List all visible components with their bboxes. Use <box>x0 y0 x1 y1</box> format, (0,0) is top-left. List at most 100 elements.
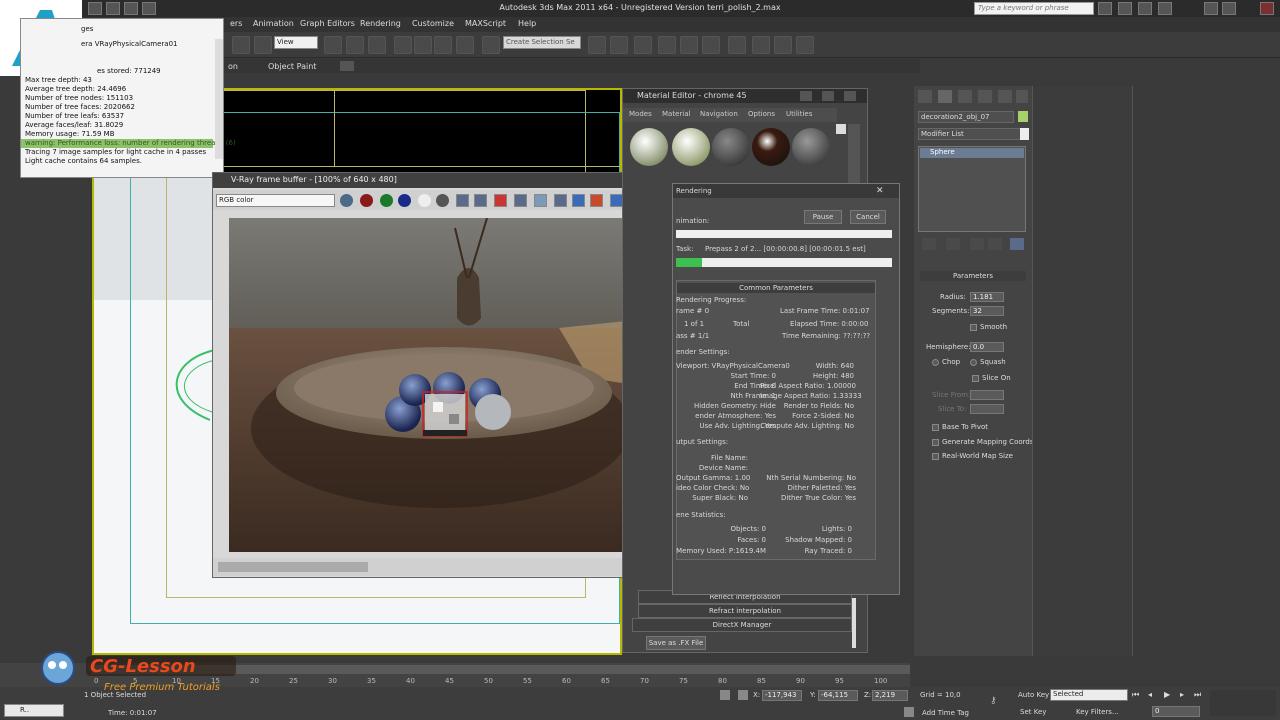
key-filters-button[interactable]: Key Filters... <box>1076 708 1119 716</box>
me-minimize-icon[interactable] <box>800 91 812 101</box>
redo-icon[interactable] <box>142 2 156 15</box>
rotate-tool-icon[interactable] <box>232 36 250 54</box>
cancel-button[interactable]: Cancel <box>850 210 886 224</box>
region-icon[interactable] <box>554 194 567 207</box>
material-editor-icon[interactable] <box>728 36 746 54</box>
rp-close-icon[interactable]: ✕ <box>876 186 888 196</box>
material-slot[interactable] <box>672 128 710 166</box>
absolute-mode-icon[interactable] <box>738 690 748 700</box>
taskbar-item[interactable]: R.. <box>20 706 29 714</box>
save-icon[interactable] <box>456 194 469 207</box>
add-time-tag[interactable]: Add Time Tag <box>922 709 969 717</box>
alpha-channel-icon[interactable] <box>418 194 431 207</box>
close-icon[interactable] <box>1260 2 1274 15</box>
render-setup-icon[interactable] <box>752 36 770 54</box>
object-name-field[interactable]: decoration2_obj_07 <box>918 111 1014 123</box>
menu-rendering[interactable]: Rendering <box>360 19 401 28</box>
me-menu-navigation[interactable]: Navigation <box>700 110 738 118</box>
current-frame-field[interactable]: 0 <box>1152 706 1200 717</box>
modify-tab-icon[interactable] <box>938 90 952 103</box>
selection-set-dropdown[interactable]: Create Selection Se <box>503 36 581 49</box>
lock-icon[interactable] <box>720 690 730 700</box>
history-icon[interactable] <box>572 194 585 207</box>
graphite-icon[interactable] <box>658 36 676 54</box>
remove-modifier-icon[interactable] <box>988 238 1002 250</box>
base-to-pivot-checkbox[interactable] <box>932 424 939 431</box>
material-slot[interactable] <box>712 128 750 166</box>
next-frame-icon[interactable]: ▸ <box>1180 690 1184 699</box>
reference-coord-dropdown[interactable]: View <box>274 36 318 49</box>
blue-channel-icon[interactable] <box>398 194 411 207</box>
time-tag-icon[interactable] <box>904 707 914 717</box>
track-mouse-icon[interactable] <box>534 194 547 207</box>
open-icon[interactable] <box>106 2 120 15</box>
star-icon[interactable] <box>1138 2 1152 15</box>
clear-icon[interactable] <box>494 194 507 207</box>
utilities-tab-icon[interactable] <box>1016 90 1028 103</box>
parameters-header[interactable]: Parameters <box>920 271 1026 281</box>
rollout-directx-manager[interactable]: DirectX Manager <box>632 618 852 632</box>
make-unique-icon[interactable] <box>970 238 984 250</box>
me-menu-material[interactable]: Material <box>662 110 690 118</box>
me-close-icon[interactable] <box>844 91 856 101</box>
ribbon-tab[interactable]: on <box>228 62 238 71</box>
me-menu-utilities[interactable]: Utilities <box>786 110 812 118</box>
real-world-checkbox[interactable] <box>932 453 939 460</box>
load-icon[interactable] <box>474 194 487 207</box>
radius-input[interactable]: 1.181 <box>970 292 1004 302</box>
go-to-end-icon[interactable]: ⏭ <box>1194 690 1201 700</box>
menu-graph-editors[interactable]: Graph Editors <box>300 19 355 28</box>
undo-icon[interactable] <box>124 2 138 15</box>
green-channel-icon[interactable] <box>380 194 393 207</box>
pause-button[interactable]: Pause <box>804 210 842 224</box>
align-icon[interactable] <box>610 36 628 54</box>
configure-sets-icon[interactable] <box>1010 238 1024 250</box>
me-menu-options[interactable]: Options <box>748 110 775 118</box>
ribbon-tab-object-paint[interactable]: Object Paint <box>268 62 316 71</box>
duplicate-icon[interactable] <box>514 194 527 207</box>
material-slot[interactable] <box>792 128 830 166</box>
tools-icon[interactable] <box>1118 2 1132 15</box>
display-tab-icon[interactable] <box>998 90 1012 103</box>
schematic-icon[interactable] <box>702 36 720 54</box>
new-icon[interactable] <box>88 2 102 15</box>
key-mode-dropdown[interactable]: Selected <box>1050 689 1128 701</box>
search-input[interactable]: Type a keyword or phrase <box>974 2 1094 15</box>
rollout-refract-interpolation[interactable]: Refract interpolation <box>638 604 852 618</box>
modifier-dropdown-arrow-icon[interactable] <box>1020 128 1029 140</box>
red-channel-icon[interactable] <box>360 194 373 207</box>
color-correct-icon[interactable] <box>590 194 603 207</box>
gen-mapping-checkbox[interactable] <box>932 439 939 446</box>
create-tab-icon[interactable] <box>918 90 932 103</box>
menu-help[interactable]: Help <box>518 19 536 28</box>
save-fx-button[interactable]: Save as .FX File <box>646 636 706 650</box>
play-icon[interactable]: ▶ <box>1164 690 1170 699</box>
menu-customize[interactable]: Customize <box>412 19 454 28</box>
object-color-swatch[interactable] <box>1018 111 1028 122</box>
percent-snap-icon[interactable] <box>434 36 452 54</box>
set-key-button[interactable]: Set Key <box>1020 708 1046 716</box>
segments-input[interactable]: 32 <box>970 306 1004 316</box>
me-maximize-icon[interactable] <box>822 91 834 101</box>
mirror-icon[interactable] <box>588 36 606 54</box>
me-menu-modes[interactable]: Modes <box>629 110 652 118</box>
mono-icon[interactable] <box>436 194 449 207</box>
edit-named-sel-icon[interactable] <box>482 36 500 54</box>
minimize-icon[interactable] <box>1204 2 1218 15</box>
channel-dropdown[interactable]: RGB color <box>216 194 335 207</box>
channel-all-icon[interactable] <box>340 194 353 207</box>
sample-type-icon[interactable] <box>836 124 846 134</box>
hierarchy-tab-icon[interactable] <box>958 90 972 103</box>
render-image[interactable] <box>229 218 655 552</box>
stack-item-sphere[interactable]: Sphere <box>920 148 1024 158</box>
log-scrollbar[interactable] <box>215 39 223 159</box>
scale-tool-icon[interactable] <box>254 36 272 54</box>
angle-snap-icon[interactable] <box>414 36 432 54</box>
chop-radio[interactable] <box>932 359 939 366</box>
previous-frame-icon[interactable]: ◂ <box>1148 690 1152 699</box>
slice-from-input[interactable] <box>970 390 1004 400</box>
manipulate-icon[interactable] <box>368 36 386 54</box>
pivot-icon[interactable] <box>324 36 342 54</box>
motion-tab-icon[interactable] <box>978 90 992 103</box>
menu-item[interactable]: ers <box>230 19 242 28</box>
